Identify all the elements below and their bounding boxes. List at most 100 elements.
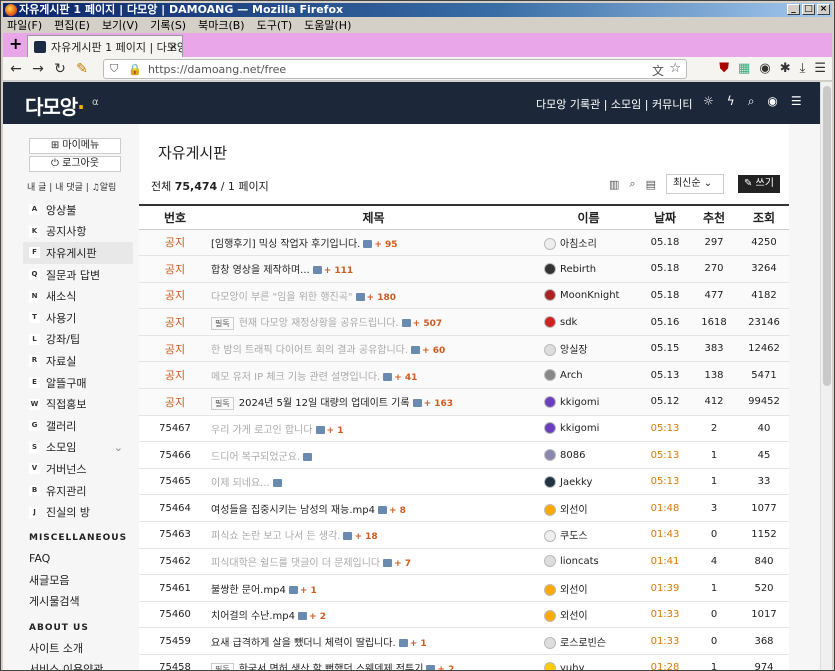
post-title-cell[interactable]: 메모 유저 IP 체크 기능 관련 설명입니다. + 41: [211, 361, 536, 390]
author-cell[interactable]: 8086: [536, 441, 641, 469]
new-tab-button[interactable]: +: [9, 36, 22, 52]
faq-link[interactable]: FAQ: [23, 548, 133, 570]
post-title[interactable]: 한국서 면허 생산 할 뻔했던 스웨덴제 전투기: [239, 664, 424, 670]
menu-history[interactable]: 기록(S): [150, 17, 186, 33]
ublock-icon[interactable]: ⛊: [719, 61, 729, 76]
post-title-cell[interactable]: 필독 한국서 면허 생산 할 뻔했던 스웨덴제 전투기 + 2: [211, 654, 536, 670]
search-icon[interactable]: ⌕: [748, 94, 755, 109]
author-cell[interactable]: Jaekky: [536, 468, 641, 496]
download-icon[interactable]: ⤓: [800, 61, 806, 76]
sidebar-item[interactable]: Q 질문과 답변: [23, 264, 133, 286]
menu-tools[interactable]: 도구(T): [257, 17, 293, 33]
menu-view[interactable]: 보기(V): [102, 17, 138, 33]
sidebar-item[interactable]: F 자유게시판: [23, 242, 133, 264]
post-title[interactable]: 치어걸의 수난.mp4: [211, 611, 295, 622]
author-cell[interactable]: yuhy: [536, 654, 641, 670]
table-row[interactable]: 75467 우리 가게 로고인 합니다 + 1 kkigomi 05:13 2 40: [139, 415, 789, 443]
post-title[interactable]: 메모 유저 IP 체크 기능 관련 설명입니다.: [211, 372, 380, 383]
url-bar[interactable]: ⛉ 🔒 https://damoang.net/free 文 ☆: [103, 59, 687, 79]
extension-icon[interactable]: ✎: [73, 61, 91, 77]
sidebar-item[interactable]: K 공지사항: [23, 221, 133, 243]
post-title-cell[interactable]: [임행후기] 믹싱 작업자 후기입니다. + 95: [211, 229, 536, 257]
sidebar-item[interactable]: E 알뜰구매: [23, 372, 133, 394]
lock-icon[interactable]: 🔒: [128, 63, 142, 76]
author-cell[interactable]: kkigomi: [536, 415, 641, 443]
table-row[interactable]: 공지 합창 영상을 제작하며... + 111 Rebirth 05.18 270 3264: [139, 255, 789, 283]
post-title-cell[interactable]: 한 밤의 트래픽 다이어트 회의 결과 공유합니다. + 60: [211, 335, 536, 363]
menu-help[interactable]: 도움말(H): [304, 17, 351, 33]
shield-icon[interactable]: ⛉: [110, 62, 118, 76]
board-search-icon[interactable]: ⌕: [629, 177, 635, 191]
addon-icon[interactable]: ▦: [738, 61, 750, 76]
sidebar-item[interactable]: V 거버넌스: [23, 458, 133, 480]
author-cell[interactable]: 외선이: [536, 601, 641, 629]
post-title-cell[interactable]: 피식대학은 쉴드를 댓글이 더 문제입니다 + 7: [211, 548, 536, 576]
post-title[interactable]: 다모앙이 부른 "임을 위한 행진곡": [211, 292, 353, 303]
close-button[interactable]: ×: [817, 4, 830, 15]
forward-icon[interactable]: →: [29, 61, 47, 77]
post-title-cell[interactable]: 여성들을 집중시키는 남성의 재능.mp4 + 8: [211, 494, 536, 523]
post-title-cell[interactable]: 합창 영상을 제작하며... + 111: [211, 255, 536, 283]
author-cell[interactable]: 외선이: [536, 574, 641, 602]
post-title-cell[interactable]: 다모앙이 부른 "임을 위한 행진곡" + 180: [211, 282, 536, 310]
sidebar-item[interactable]: T 사용기: [23, 307, 133, 329]
rss-icon[interactable]: ▤: [646, 178, 656, 191]
author-cell[interactable]: 쿠도스: [536, 521, 641, 549]
hamburger-icon[interactable]: ☰: [791, 94, 802, 109]
post-title[interactable]: 합창 영상을 제작하며...: [211, 265, 310, 276]
post-title-cell[interactable]: 우리 가게 로고인 합니다 + 1: [211, 415, 536, 443]
post-title-cell[interactable]: 치어걸의 수난.mp4 + 2: [211, 601, 536, 629]
table-row[interactable]: 공지 필독 현재 다모앙 재정상황을 공유드립니다. + 507 sdk 05.16 161…: [139, 308, 789, 336]
theme-icon[interactable]: ☼: [703, 94, 714, 109]
table-row[interactable]: 75466 드디어 복구되었군요. 8086 05:13 1 45: [139, 441, 789, 469]
globe-icon[interactable]: ◉: [759, 61, 770, 76]
post-title-cell[interactable]: 필독 2024년 5월 12일 대량의 업데이트 기록 + 163: [211, 388, 536, 416]
site-intro-link[interactable]: 사이트 소개: [23, 638, 133, 660]
author-cell[interactable]: 외선이: [536, 494, 641, 523]
author-cell[interactable]: 로스로빈슨: [536, 627, 641, 655]
sidebar-item[interactable]: A 앙상불: [23, 199, 133, 221]
post-title[interactable]: 현재 다모앙 재정상황을 공유드립니다.: [239, 318, 399, 329]
logout-button[interactable]: ⏻ 로그아웃: [29, 156, 121, 172]
table-row[interactable]: 공지 필독 2024년 5월 12일 대량의 업데이트 기록 + 163 kkigomi…: [139, 388, 789, 416]
menu-edit[interactable]: 편집(E): [54, 17, 90, 33]
user-icon[interactable]: ◉: [767, 94, 777, 109]
site-logo[interactable]: 다모앙·: [25, 91, 85, 120]
expand-chevron-icon[interactable]: ⌄: [114, 441, 123, 454]
sidebar-item[interactable]: W 직접홍보: [23, 393, 133, 415]
user-links[interactable]: 내 글 | 내 댓글 | ♫알림: [27, 180, 133, 193]
post-title[interactable]: 우리 가게 로고인 합니다: [211, 425, 313, 436]
table-row[interactable]: 75464 여성들을 집중시키는 남성의 재능.mp4 + 8 외선이 01:48 3 10…: [139, 494, 789, 523]
page-scrollbar[interactable]: [820, 82, 832, 670]
post-title-cell[interactable]: 이제 되네요...: [211, 468, 536, 496]
table-row[interactable]: 공지 메모 유저 IP 체크 기능 관련 설명입니다. + 41 Arch 05.13 1…: [139, 361, 789, 390]
author-cell[interactable]: sdk: [536, 308, 641, 336]
post-title[interactable]: 피식쇼 논란 보고 나서 든 생각.: [211, 531, 340, 542]
menu-file[interactable]: 파일(F): [7, 17, 42, 33]
post-title-cell[interactable]: 드디어 복구되었군요.: [211, 441, 536, 469]
sidebar-item[interactable]: G 갤러리: [23, 415, 133, 437]
post-title-cell[interactable]: 필독 현재 다모앙 재정상황을 공유드립니다. + 507: [211, 308, 536, 336]
table-row[interactable]: 공지 [임행후기] 믹싱 작업자 후기입니다. + 95 아침소리 05.18 297 42…: [139, 229, 789, 257]
author-cell[interactable]: MoonKnight: [536, 282, 641, 310]
post-search-link[interactable]: 게시물검색: [23, 591, 133, 613]
write-button[interactable]: ✎ 쓰기: [737, 175, 780, 193]
author-cell[interactable]: lioncats: [536, 548, 641, 576]
menu-icon[interactable]: ☰: [814, 61, 826, 76]
sidebar-item[interactable]: R 자료실: [23, 350, 133, 372]
reload-icon[interactable]: ↻: [51, 61, 69, 77]
table-row[interactable]: 75462 피식대학은 쉴드를 댓글이 더 문제입니다 + 7 lioncats 01:…: [139, 548, 789, 576]
post-title[interactable]: [임행후기] 믹싱 작업자 후기입니다.: [211, 239, 360, 250]
post-title[interactable]: 드디어 복구되었군요.: [211, 452, 300, 463]
post-title-cell[interactable]: 불쌍한 문어.mp4 + 1: [211, 574, 536, 602]
my-menu-button[interactable]: ⊞ 마이메뉴: [29, 138, 121, 154]
sidebar-item[interactable]: J 진실의 방: [23, 501, 133, 523]
table-row[interactable]: 75459 요새 급격하게 살을 뺐더니 체력이 딸립니다. + 1 로스로빈슨 01:…: [139, 627, 789, 655]
author-cell[interactable]: kkigomi: [536, 388, 641, 416]
table-row[interactable]: 75465 이제 되네요... Jaekky 05:13 1 33: [139, 468, 789, 496]
lightning-icon[interactable]: ϟ: [727, 94, 735, 109]
table-row[interactable]: 공지 다모앙이 부른 "임을 위한 행진곡" + 180 MoonKnight 05.1…: [139, 282, 789, 310]
table-row[interactable]: 75463 피식쇼 논란 보고 나서 든 생각. + 18 쿠도스 01:43 0 1152: [139, 521, 789, 549]
sidebar-item[interactable]: S 소모임 ⌄: [23, 437, 133, 459]
post-title[interactable]: 2024년 5월 12일 대량의 업데이트 기록: [239, 398, 410, 409]
